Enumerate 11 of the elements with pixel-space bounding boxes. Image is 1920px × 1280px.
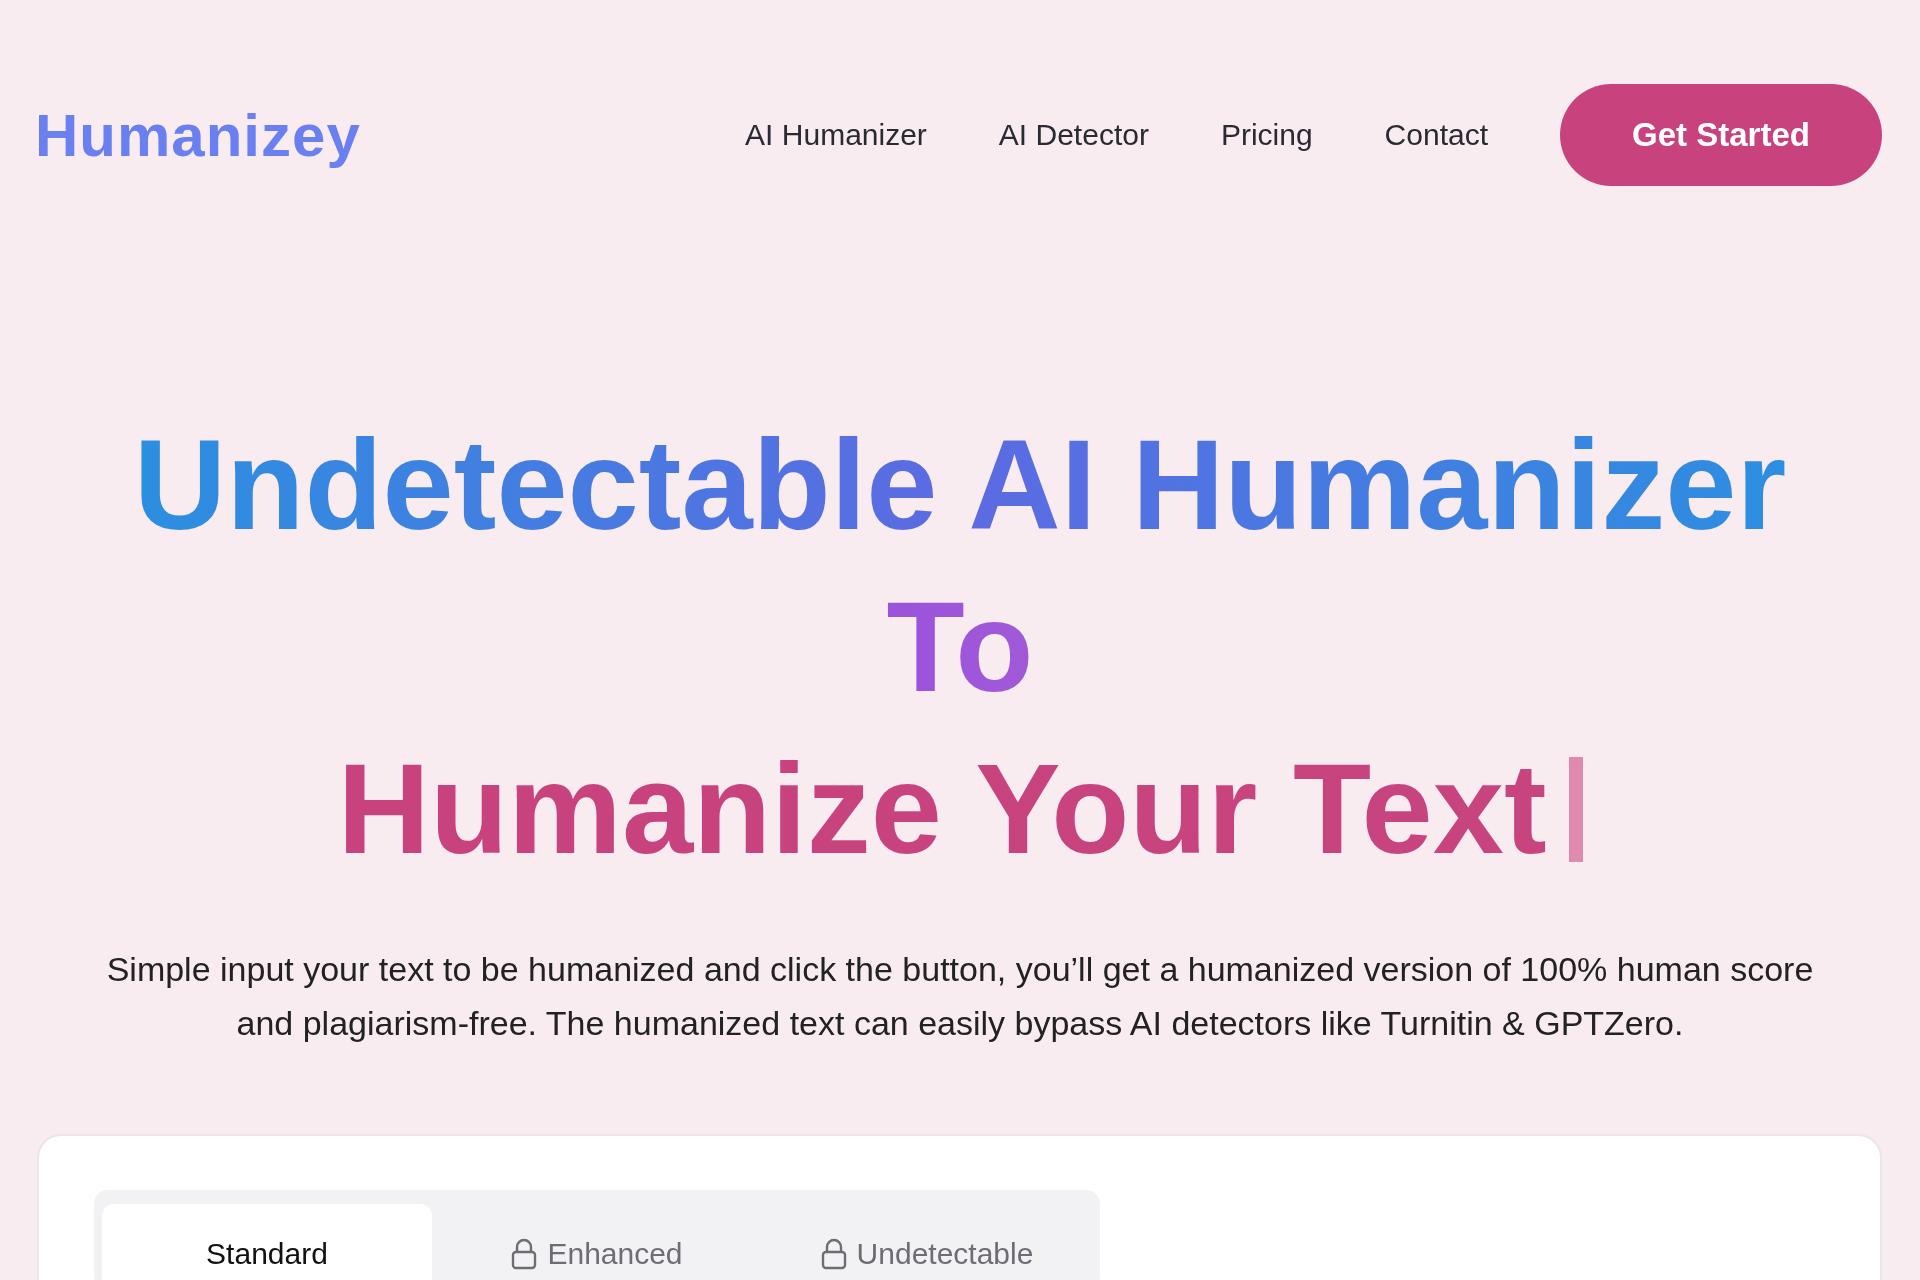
nav-link[interactable]: Pricing xyxy=(1220,118,1313,152)
mode-tab[interactable]: Enhanced xyxy=(432,1204,762,1280)
lock-icon xyxy=(511,1238,538,1270)
lock-icon xyxy=(820,1238,847,1270)
nav-link[interactable]: AI Humanizer xyxy=(745,118,927,152)
get-started-button[interactable]: Get Started xyxy=(1560,84,1882,186)
nav-link[interactable]: Contact xyxy=(1384,118,1488,152)
hero-description: Simple input your text to be humanized and click the button, you’ll get a humanized version of 100% human score and plagiarism-free. The humanized text can easily bypass AI detectors like Turnitin & GPTZero. xyxy=(105,949,1815,1044)
mode-tab[interactable]: Standard xyxy=(102,1204,432,1280)
nav-link[interactable]: AI Detector xyxy=(998,118,1149,152)
mode-tab[interactable]: Undetectable xyxy=(762,1204,1092,1280)
